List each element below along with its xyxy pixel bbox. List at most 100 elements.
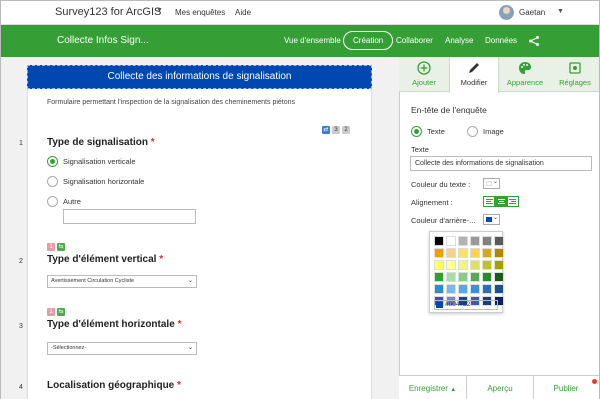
tab-settings[interactable]: Réglages (551, 57, 599, 92)
color-swatch[interactable] (494, 236, 504, 246)
panel-footer: Enregistrer ▲ Aperçu Publier (399, 375, 599, 399)
tab-collaborate[interactable]: Collaborer (396, 36, 433, 45)
color-swatch[interactable] (434, 260, 444, 270)
tab-edit[interactable]: Modifier (449, 57, 499, 93)
choice-label: Signalisation horizontale (63, 177, 145, 186)
color-swatch[interactable] (470, 272, 480, 282)
text-color-picker[interactable]: ⌄ (483, 178, 500, 189)
color-swatch[interactable] (470, 260, 480, 270)
background-color-label: Couleur d'arrière-... (411, 216, 476, 225)
color-swatch[interactable] (482, 272, 492, 282)
color-swatch[interactable] (434, 272, 444, 282)
tab-creation[interactable]: Création (343, 31, 394, 50)
question-number: 4 (19, 384, 23, 391)
form-description[interactable]: Formulaire permettant l'inspection de la… (47, 99, 295, 106)
color-swatch[interactable] (446, 236, 456, 246)
share-icon[interactable] (528, 35, 540, 47)
question-number: 2 (19, 258, 23, 265)
question-title[interactable]: Type d'élément horizontale * (47, 319, 181, 330)
tab-data[interactable]: Données (485, 36, 517, 45)
align-left-button[interactable] (483, 196, 495, 207)
color-swatch[interactable] (434, 248, 444, 258)
palette-icon (519, 62, 531, 74)
logic-badge-icon[interactable]: ⇄ (322, 126, 330, 134)
align-right-button[interactable] (507, 196, 519, 207)
form-header[interactable]: Collecte des informations de signalisati… (27, 65, 372, 89)
question-title[interactable]: Localisation géographique * (47, 380, 181, 391)
vertical-element-select[interactable]: Avertissement Circulation Cycliste ⌄ (47, 275, 197, 288)
choice-label: Texte (427, 127, 445, 136)
color-swatch[interactable] (482, 236, 492, 246)
caret-up-icon[interactable]: ▲ (450, 387, 456, 393)
color-swatch[interactable] (494, 248, 504, 258)
chevron-down-icon: ⌄ (187, 278, 193, 284)
color-swatch[interactable] (458, 260, 468, 270)
nav-link-help[interactable]: Aide (235, 8, 251, 17)
nav-link-my-surveys[interactable]: Mes enquêtes (175, 8, 225, 17)
color-chip (486, 217, 492, 222)
color-swatch[interactable] (470, 248, 480, 258)
publish-button[interactable]: Publier (534, 376, 598, 399)
background-color-picker[interactable]: ⌄ (483, 214, 500, 225)
color-swatch[interactable] (434, 284, 444, 294)
survey-toolbar: Collecte Infos Sign... Vue d'ensemble Cr… (1, 25, 599, 57)
radio-button[interactable] (47, 156, 58, 167)
tab-analyze[interactable]: Analyse (445, 36, 473, 45)
question-badges: ⇄ 3 2 (322, 126, 350, 135)
chevron-down-icon: ⌄ (492, 179, 498, 185)
choice-label: Autre (63, 197, 81, 206)
question-title[interactable]: Type d'élément vertical * (47, 254, 163, 265)
radio-button[interactable] (47, 196, 58, 207)
color-swatch[interactable] (494, 272, 504, 282)
choice-label: Signalisation verticale (63, 157, 136, 166)
preview-button[interactable]: Aperçu (467, 376, 534, 399)
chevron-down-icon: ⌄ (187, 345, 193, 351)
user-menu[interactable]: Gaetan ▼ (499, 4, 579, 22)
alignment-group (483, 196, 519, 207)
color-swatch[interactable] (482, 260, 492, 270)
color-swatch[interactable] (494, 260, 504, 270)
hex-color-input[interactable]: #0047b2 (434, 300, 498, 310)
header-text-input[interactable]: Collecte des informations de signalisati… (410, 156, 592, 171)
color-grid (434, 236, 504, 306)
notification-dot (592, 379, 597, 384)
color-swatch[interactable] (470, 236, 480, 246)
panel-tabs: Ajouter Modifier Apparence Réglages (399, 57, 599, 93)
color-swatch[interactable] (458, 236, 468, 246)
tab-add[interactable]: Ajouter (399, 57, 449, 92)
color-swatch[interactable] (482, 248, 492, 258)
horizontal-element-select[interactable]: -Sélectionnez- ⌄ (47, 342, 197, 355)
radio-button[interactable] (467, 126, 478, 137)
color-swatch[interactable] (446, 284, 456, 294)
color-swatch[interactable] (446, 272, 456, 282)
color-swatch[interactable] (434, 236, 444, 246)
tab-appearance[interactable]: Apparence (499, 57, 551, 92)
app-menu-caret-icon[interactable]: ▼ (156, 7, 163, 14)
color-swatch[interactable] (494, 284, 504, 294)
color-swatch[interactable] (482, 284, 492, 294)
badge-count: 3 (332, 126, 340, 134)
badge-count: 2 (342, 126, 350, 134)
relevance-badge-icon[interactable]: ⇆ (57, 243, 65, 251)
other-text-input[interactable] (63, 209, 196, 224)
color-palette-popup: #0047b2 (429, 231, 504, 313)
chevron-down-icon: ⌄ (492, 215, 498, 221)
relevance-badge-icon[interactable]: ⇆ (57, 308, 65, 316)
color-swatch[interactable] (470, 284, 480, 294)
color-swatch[interactable] (446, 248, 456, 258)
radio-button[interactable] (411, 126, 422, 137)
user-name: Gaetan (519, 8, 546, 17)
color-swatch[interactable] (458, 284, 468, 294)
radio-button[interactable] (47, 176, 58, 187)
question-title[interactable]: Type de signalisation * (47, 137, 155, 148)
alignment-label: Alignement : (411, 198, 453, 207)
save-button[interactable]: Enregistrer ▲ (399, 376, 467, 399)
color-swatch[interactable] (458, 248, 468, 258)
tab-overview[interactable]: Vue d'ensemble (284, 36, 341, 45)
color-swatch[interactable] (446, 260, 456, 270)
user-caret-icon: ▼ (557, 8, 564, 15)
align-center-button[interactable] (495, 196, 507, 207)
pencil-icon (469, 63, 479, 73)
color-swatch[interactable] (458, 272, 468, 282)
app-title[interactable]: Survey123 for ArcGIS (55, 6, 161, 18)
